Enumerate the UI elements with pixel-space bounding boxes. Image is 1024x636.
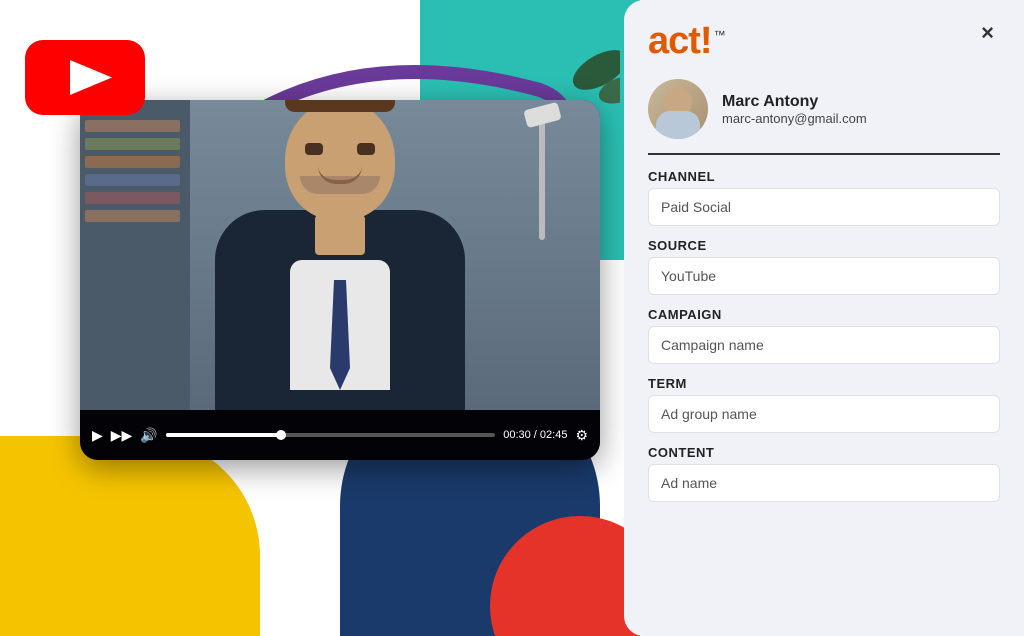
youtube-logo — [20, 30, 150, 125]
channel-input[interactable] — [648, 188, 1000, 226]
content-field-group: CONTENT — [648, 445, 1000, 502]
campaign-field-group: CAMPAIGN — [648, 307, 1000, 364]
left-background: ▶ ▶▶ 🔊 00:30 / 02:45 ⚙ — [0, 0, 640, 636]
right-panel: act!™ × Marc Antony marc-antony@gmail.co… — [624, 0, 1024, 636]
term-field-group: TERM — [648, 376, 1000, 433]
act-logo: act!™ — [648, 20, 725, 63]
user-details: Marc Antony marc-antony@gmail.com — [722, 93, 867, 126]
content-label: CONTENT — [648, 445, 1000, 460]
source-field-group: SOURCE — [648, 238, 1000, 295]
user-info-section: Marc Antony marc-antony@gmail.com — [648, 79, 1000, 155]
avatar-body — [656, 111, 700, 139]
user-email: marc-antony@gmail.com — [722, 111, 867, 126]
channel-field-group: CHANNEL — [648, 169, 1000, 226]
play-button[interactable]: ▶ — [92, 427, 103, 444]
yellow-shape — [0, 436, 260, 636]
settings-icon[interactable]: ⚙ — [575, 427, 588, 444]
user-name: Marc Antony — [722, 93, 867, 111]
close-button[interactable]: × — [975, 20, 1000, 46]
video-player: ▶ ▶▶ 🔊 00:30 / 02:45 ⚙ — [80, 100, 600, 460]
panel-header: act!™ × — [648, 20, 1000, 63]
source-input[interactable] — [648, 257, 1000, 295]
time-display: 00:30 / 02:45 — [503, 429, 567, 441]
video-content — [80, 100, 600, 410]
progress-bar[interactable] — [166, 433, 495, 437]
term-input[interactable] — [648, 395, 1000, 433]
campaign-label: CAMPAIGN — [648, 307, 1000, 322]
term-label: TERM — [648, 376, 1000, 391]
avatar — [648, 79, 708, 139]
campaign-input[interactable] — [648, 326, 1000, 364]
source-label: SOURCE — [648, 238, 1000, 253]
content-input[interactable] — [648, 464, 1000, 502]
next-button[interactable]: ▶▶ — [111, 427, 133, 444]
volume-button[interactable]: 🔊 — [140, 427, 157, 444]
video-controls: ▶ ▶▶ 🔊 00:30 / 02:45 ⚙ — [80, 410, 600, 460]
channel-label: CHANNEL — [648, 169, 1000, 184]
